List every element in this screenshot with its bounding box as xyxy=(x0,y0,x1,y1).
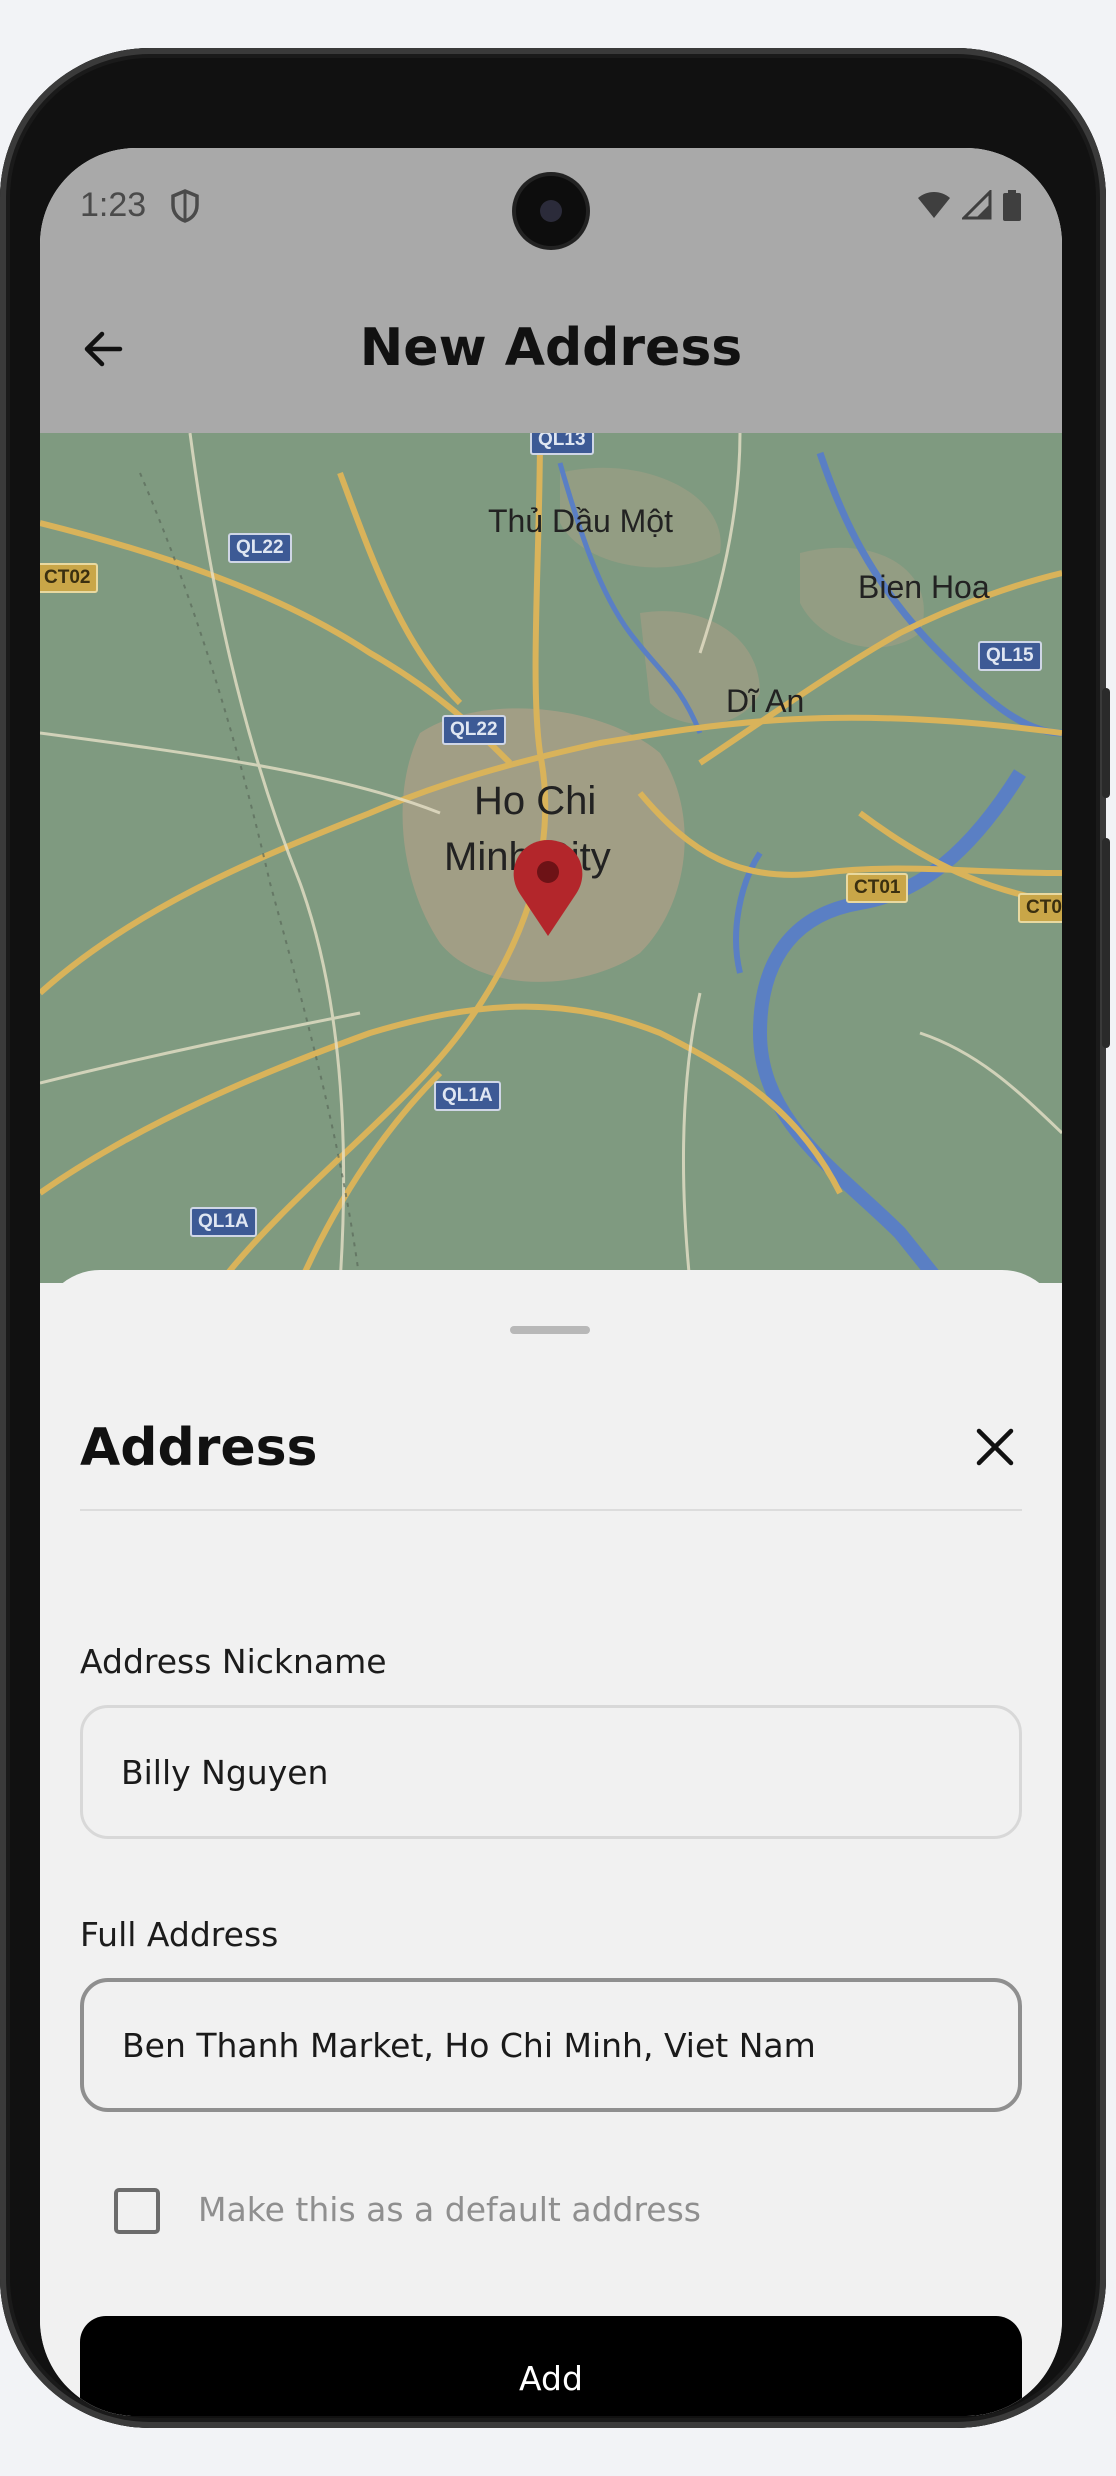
app-bar: New Address xyxy=(40,278,1062,433)
map-label: Thủ Dầu Một xyxy=(488,503,673,539)
power-button xyxy=(1102,838,1110,1048)
screen: 1:23 New Address QL13 QL22 CT02 QL15 QL2… xyxy=(40,148,1062,2416)
status-time: 1:23 xyxy=(80,186,147,224)
shield-icon xyxy=(170,188,200,228)
battery-icon xyxy=(1003,190,1021,221)
address-bottom-sheet: Address Address Nickname Billy Nguyen Fu… xyxy=(40,1270,1062,2416)
close-icon[interactable] xyxy=(973,1425,1017,1473)
status-icons xyxy=(916,190,1022,222)
full-address-value: Ben Thanh Market, Ho Chi Minh, Viet Nam xyxy=(122,2025,816,2065)
default-address-checkbox[interactable] xyxy=(114,2188,160,2234)
route-shield: CT0 xyxy=(1018,893,1062,923)
status-bar: 1:23 xyxy=(40,148,1062,278)
drag-handle[interactable] xyxy=(510,1326,590,1334)
route-shield: QL1A xyxy=(190,1207,257,1237)
route-shield: QL22 xyxy=(442,715,506,745)
volume-button xyxy=(1102,688,1110,798)
map-label: Bien Hoa xyxy=(858,569,990,605)
route-shield: CT02 xyxy=(40,563,99,593)
nickname-value: Billy Nguyen xyxy=(121,1752,329,1792)
route-shield: QL22 xyxy=(228,533,292,563)
signal-icon xyxy=(962,190,992,220)
route-shield: QL15 xyxy=(978,641,1042,671)
wifi-icon xyxy=(918,192,950,218)
default-address-label[interactable]: Make this as a default address xyxy=(198,2190,701,2229)
route-shield: QL13 xyxy=(530,433,594,455)
route-shield: QL1A xyxy=(434,1081,501,1111)
sheet-title: Address xyxy=(80,1418,318,1478)
divider xyxy=(80,1509,1022,1511)
phone-frame: 1:23 New Address QL13 QL22 CT02 QL15 QL2… xyxy=(0,48,1110,2428)
add-button[interactable]: Add xyxy=(80,2316,1022,2416)
full-address-label: Full Address xyxy=(80,1915,279,1954)
map-view[interactable]: QL13 QL22 CT02 QL15 QL22 CT01 CT0 QL1A Q… xyxy=(40,433,1062,1283)
map-label: Ho Chi xyxy=(474,779,597,823)
route-shield: CT01 xyxy=(846,873,909,903)
nickname-input[interactable]: Billy Nguyen xyxy=(80,1705,1022,1839)
map-label: Dĩ An xyxy=(726,683,805,719)
full-address-input[interactable]: Ben Thanh Market, Ho Chi Minh, Viet Nam xyxy=(80,1978,1022,2112)
nickname-label: Address Nickname xyxy=(80,1642,387,1681)
page-title: New Address xyxy=(359,318,743,378)
front-camera xyxy=(516,176,586,246)
